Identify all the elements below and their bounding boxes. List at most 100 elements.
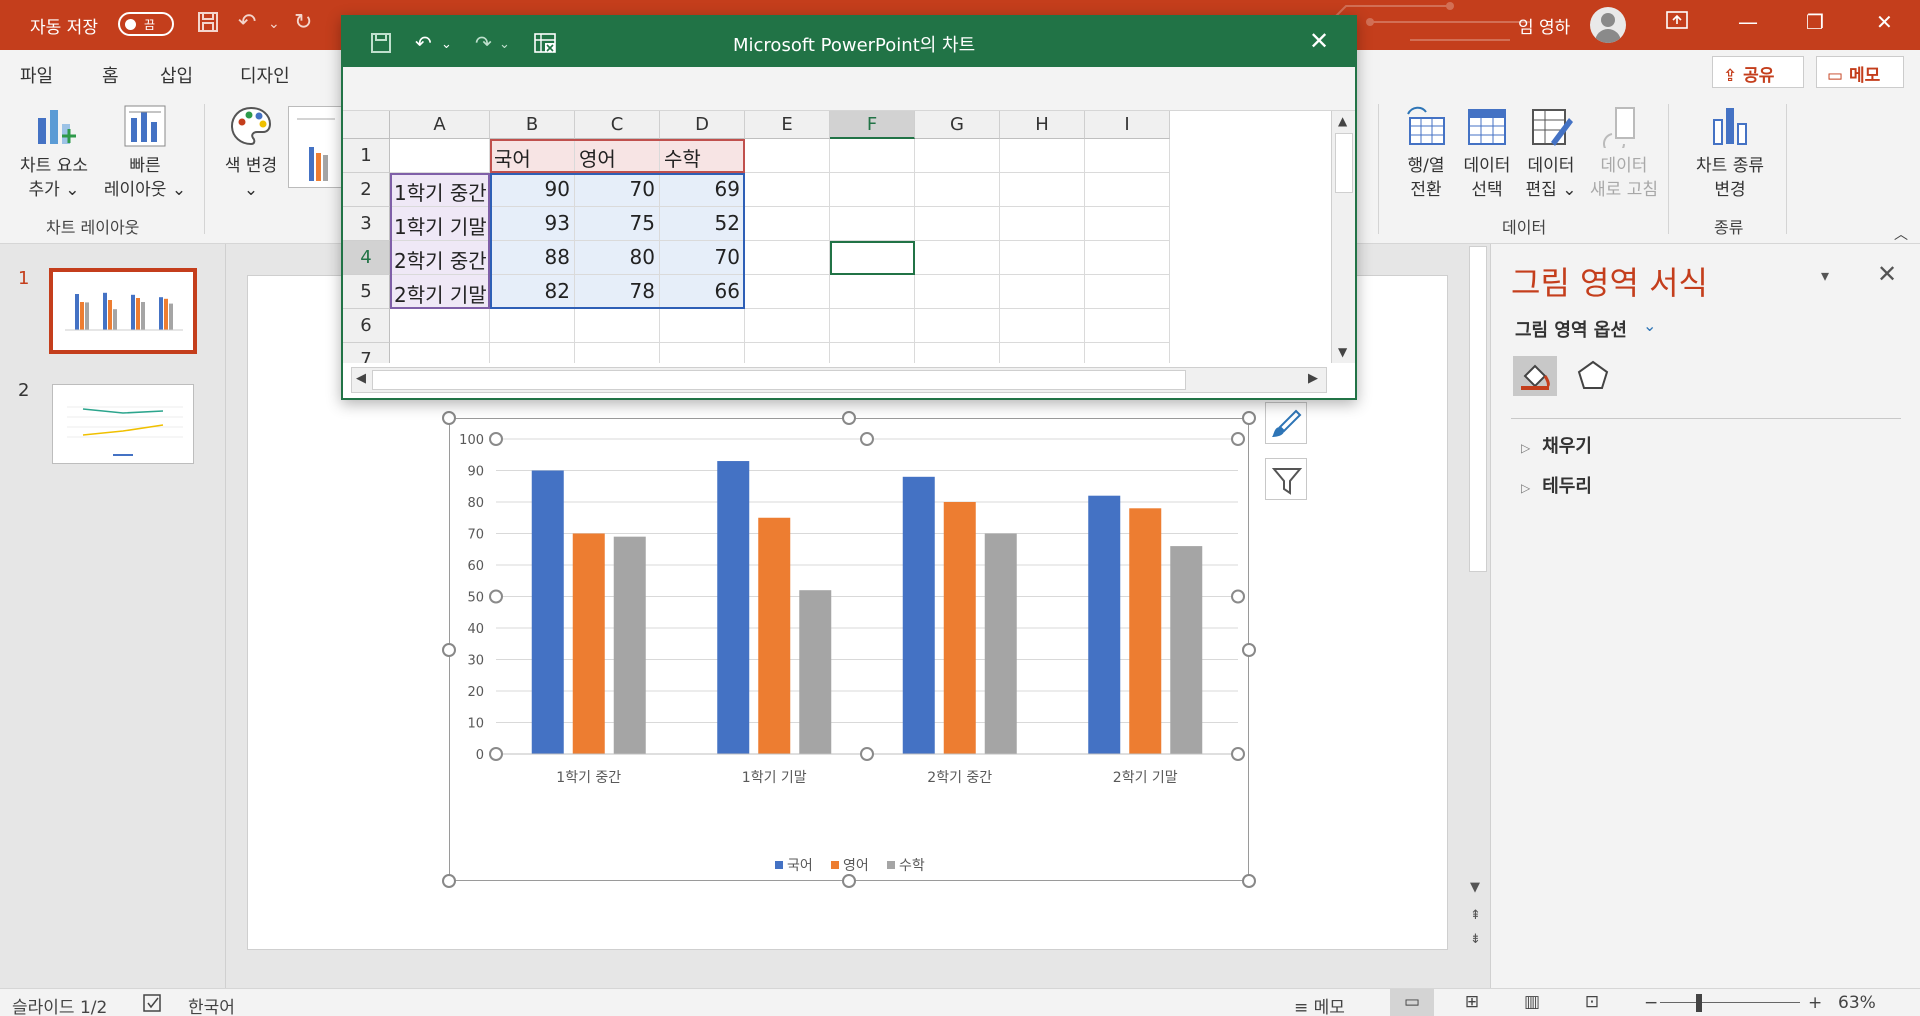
chart-resize-handle[interactable] <box>1242 874 1256 888</box>
column-header[interactable]: I <box>1085 111 1170 139</box>
column-header[interactable]: D <box>660 111 745 139</box>
tab-file[interactable]: 파일 <box>20 62 53 88</box>
column-header[interactable]: G <box>915 111 1000 139</box>
collapse-ribbon-icon[interactable]: ︿ <box>1894 224 1908 244</box>
cell-G2[interactable] <box>915 173 1000 207</box>
cell-B3[interactable]: 93 <box>490 207 575 241</box>
cell-I1[interactable] <box>1085 139 1170 173</box>
refresh-data-button[interactable]: 데이터 새로 고침 <box>1586 104 1662 202</box>
change-colors-button[interactable]: 색 변경 ⌄ <box>218 104 284 202</box>
chart-resize-handle[interactable] <box>442 411 456 425</box>
cell-E4[interactable] <box>745 241 830 275</box>
chart-resize-handle[interactable] <box>442 642 456 657</box>
spreadsheet-vertical-scrollbar[interactable]: ▲ ▼ <box>1331 111 1355 363</box>
cell-D4[interactable]: 70 <box>660 241 745 275</box>
language-indicator[interactable]: 한국어 <box>188 993 235 1016</box>
cell-B1[interactable]: 국어 <box>490 139 575 173</box>
cell-G1[interactable] <box>915 139 1000 173</box>
cell-A3[interactable]: 1학기 기말 <box>390 207 490 241</box>
cell-A5[interactable]: 2학기 기말 <box>390 275 490 309</box>
slide-thumbnail[interactable] <box>49 268 197 354</box>
cell-E2[interactable] <box>745 173 830 207</box>
scroll-up-icon[interactable]: ▲ <box>1338 114 1347 128</box>
cell-B5[interactable]: 82 <box>490 275 575 309</box>
cell-B4[interactable]: 88 <box>490 241 575 275</box>
cell-I6[interactable] <box>1085 309 1170 343</box>
redo-dropdown-icon[interactable]: ⌄ <box>499 37 510 52</box>
change-chart-type-button[interactable]: 차트 종류 변경 <box>1682 104 1778 202</box>
row-header[interactable]: 2 <box>343 173 390 207</box>
cell-H4[interactable] <box>1000 241 1085 275</box>
save-icon[interactable] <box>369 31 393 60</box>
cell-G5[interactable] <box>915 275 1000 309</box>
cell-B7[interactable] <box>490 343 575 363</box>
ribbon-display-icon[interactable] <box>1666 10 1688 35</box>
cell-H7[interactable] <box>1000 343 1085 363</box>
notes-button[interactable]: ≡ 메모 <box>1294 993 1345 1016</box>
cell-C7[interactable] <box>575 343 660 363</box>
cell-C3[interactable]: 75 <box>575 207 660 241</box>
spellcheck-icon[interactable] <box>142 993 164 1016</box>
scroll-down-icon[interactable]: ▼ <box>1470 880 1480 895</box>
cell-B2[interactable]: 90 <box>490 173 575 207</box>
column-header[interactable]: F <box>830 111 915 139</box>
cell-A2[interactable]: 1학기 중간 <box>390 173 490 207</box>
cell-G6[interactable] <box>915 309 1000 343</box>
cell-C5[interactable]: 78 <box>575 275 660 309</box>
zoom-out-icon[interactable]: − <box>1644 993 1658 1013</box>
select-all-corner[interactable] <box>343 111 390 139</box>
cell-H1[interactable] <box>1000 139 1085 173</box>
cell-H6[interactable] <box>1000 309 1085 343</box>
comments-button[interactable]: ▭ 메모 <box>1816 56 1904 88</box>
close-icon[interactable]: ✕ <box>1876 10 1893 34</box>
redo-icon[interactable]: ↷ <box>475 31 492 55</box>
edit-in-excel-icon[interactable] <box>533 31 557 60</box>
cell-H2[interactable] <box>1000 173 1085 207</box>
cell-E5[interactable] <box>745 275 830 309</box>
save-icon[interactable] <box>196 10 220 40</box>
undo-dropdown-icon[interactable]: ⌄ <box>441 37 452 52</box>
cell-H5[interactable] <box>1000 275 1085 309</box>
add-chart-element-button[interactable]: 차트 요소 추가 ⌄ <box>12 104 96 202</box>
cell-D6[interactable] <box>660 309 745 343</box>
spreadsheet-horizontal-scrollbar[interactable]: ◀ ▶ <box>351 367 1327 393</box>
slide-sorter-button[interactable]: ⊞ <box>1450 989 1494 1016</box>
cell-I2[interactable] <box>1085 173 1170 207</box>
cell-E1[interactable] <box>745 139 830 173</box>
fill-section[interactable]: ▷ 채우기 <box>1521 432 1592 458</box>
cell-D1[interactable]: 수학 <box>660 139 745 173</box>
fill-line-tab[interactable] <box>1513 356 1557 396</box>
chart-area[interactable]: 0 10 20 30 40 50 60 70 80 90 100 1학기 중간 1학기 기말 2학기 중간… <box>442 411 1256 888</box>
reading-view-button[interactable]: ▥ <box>1510 989 1554 1016</box>
cell-D3[interactable]: 52 <box>660 207 745 241</box>
column-header[interactable]: H <box>1000 111 1085 139</box>
cell-A6[interactable] <box>390 309 490 343</box>
cell-I7[interactable] <box>1085 343 1170 363</box>
share-button[interactable]: ⇪ 공유 <box>1712 56 1804 88</box>
previous-slide-icon[interactable]: ⇞ <box>1470 908 1481 923</box>
border-section[interactable]: ▷ 테두리 <box>1521 472 1592 498</box>
cell-F2[interactable] <box>830 173 915 207</box>
chart-resize-handle[interactable] <box>1242 411 1256 425</box>
cell-H3[interactable] <box>1000 207 1085 241</box>
slide-thumbnail[interactable] <box>52 384 194 464</box>
plot-area-options-label[interactable]: 그림 영역 옵션 <box>1515 316 1627 342</box>
cell-C2[interactable]: 70 <box>575 173 660 207</box>
zoom-level[interactable]: 63% <box>1838 993 1876 1013</box>
tab-design[interactable]: 디자인 <box>240 62 290 88</box>
cell-A1[interactable] <box>390 139 490 173</box>
scroll-left-icon[interactable]: ◀ <box>356 371 366 386</box>
chevron-down-icon[interactable]: ⌄ <box>1643 316 1656 335</box>
cell-G4[interactable] <box>915 241 1000 275</box>
cell-F5[interactable] <box>830 275 915 309</box>
pane-options-dropdown-icon[interactable]: ▾ <box>1821 266 1829 285</box>
effects-tab[interactable] <box>1571 356 1615 396</box>
slide-scrollbar[interactable]: ▼ ⇞ ⇟ <box>1466 244 1490 988</box>
chart-resize-handle[interactable] <box>1242 642 1256 657</box>
cell-F3[interactable] <box>830 207 915 241</box>
cell-F7[interactable] <box>830 343 915 363</box>
chart-resize-handle[interactable] <box>442 874 456 888</box>
normal-view-button[interactable]: ▭ <box>1390 989 1434 1016</box>
cell-E6[interactable] <box>745 309 830 343</box>
row-header[interactable]: 6 <box>343 309 390 343</box>
